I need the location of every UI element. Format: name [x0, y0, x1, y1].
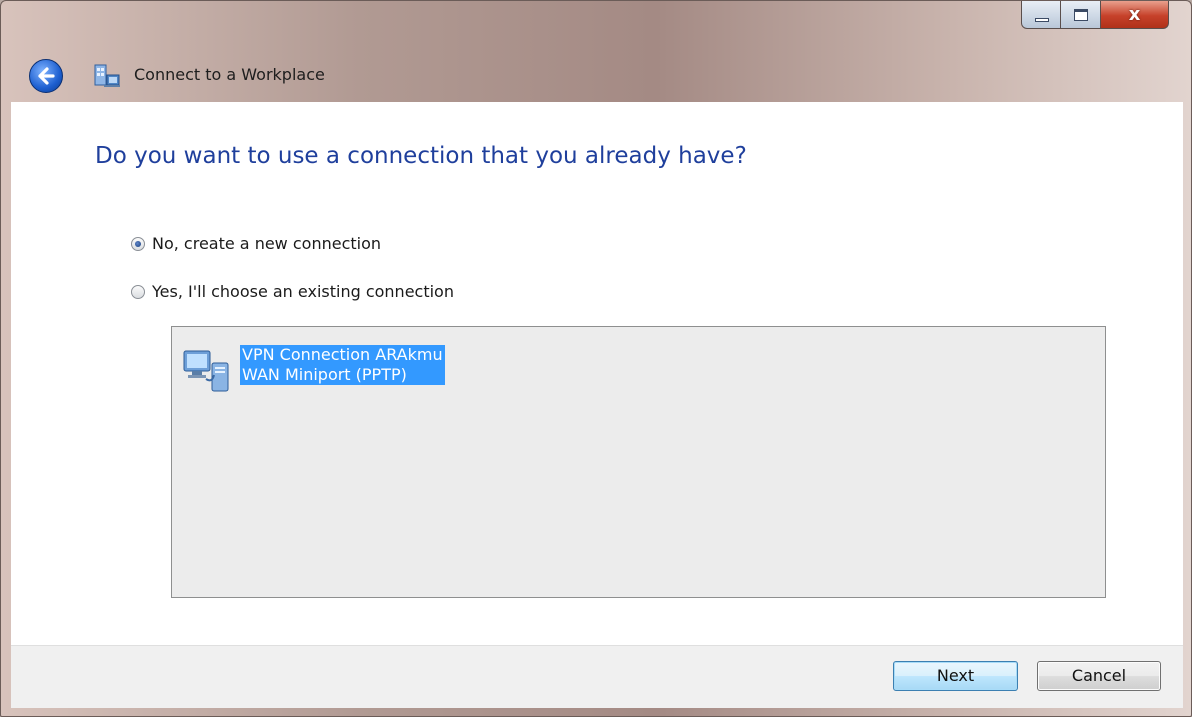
caption-buttons: x: [1021, 1, 1169, 31]
back-arrow-icon: [38, 67, 55, 85]
list-item-text: VPN Connection ARAkmu WAN Miniport (PPTP…: [240, 345, 445, 395]
option-use-existing-label: Yes, I'll choose an existing connection: [152, 282, 454, 301]
next-button[interactable]: Next: [893, 661, 1018, 691]
page-heading: Do you want to use a connection that you…: [95, 143, 747, 169]
radio-create-new[interactable]: [131, 236, 145, 251]
workplace-icon: [94, 64, 120, 87]
option-create-new[interactable]: No, create a new connection: [131, 234, 381, 253]
list-item[interactable]: VPN Connection ARAkmu WAN Miniport (PPTP…: [182, 345, 445, 395]
connection-name: VPN Connection ARAkmu: [240, 345, 445, 365]
button-bar: Next Cancel: [11, 645, 1183, 708]
connection-list[interactable]: VPN Connection ARAkmu WAN Miniport (PPTP…: [171, 326, 1106, 598]
maximize-icon: [1074, 9, 1088, 21]
option-use-existing[interactable]: Yes, I'll choose an existing connection: [131, 282, 454, 301]
option-create-new-label: No, create a new connection: [152, 234, 382, 253]
close-button[interactable]: x: [1101, 1, 1169, 29]
title-bar: x Connect to a Workplace: [1, 1, 1191, 101]
radio-use-existing[interactable]: [131, 284, 145, 299]
minimize-button[interactable]: [1021, 1, 1061, 29]
close-icon: x: [1128, 4, 1141, 25]
back-button[interactable]: [29, 59, 63, 93]
window-title: Connect to a Workplace: [134, 65, 325, 84]
wizard-window: x Connect to a Workplace Do you want to …: [0, 0, 1192, 717]
maximize-button[interactable]: [1061, 1, 1101, 29]
minimize-icon: [1035, 18, 1049, 22]
cancel-button[interactable]: Cancel: [1037, 661, 1161, 691]
wizard-content: Do you want to use a connection that you…: [11, 102, 1183, 645]
connection-device: WAN Miniport (PPTP): [240, 365, 445, 385]
vpn-network-icon: [183, 350, 229, 392]
